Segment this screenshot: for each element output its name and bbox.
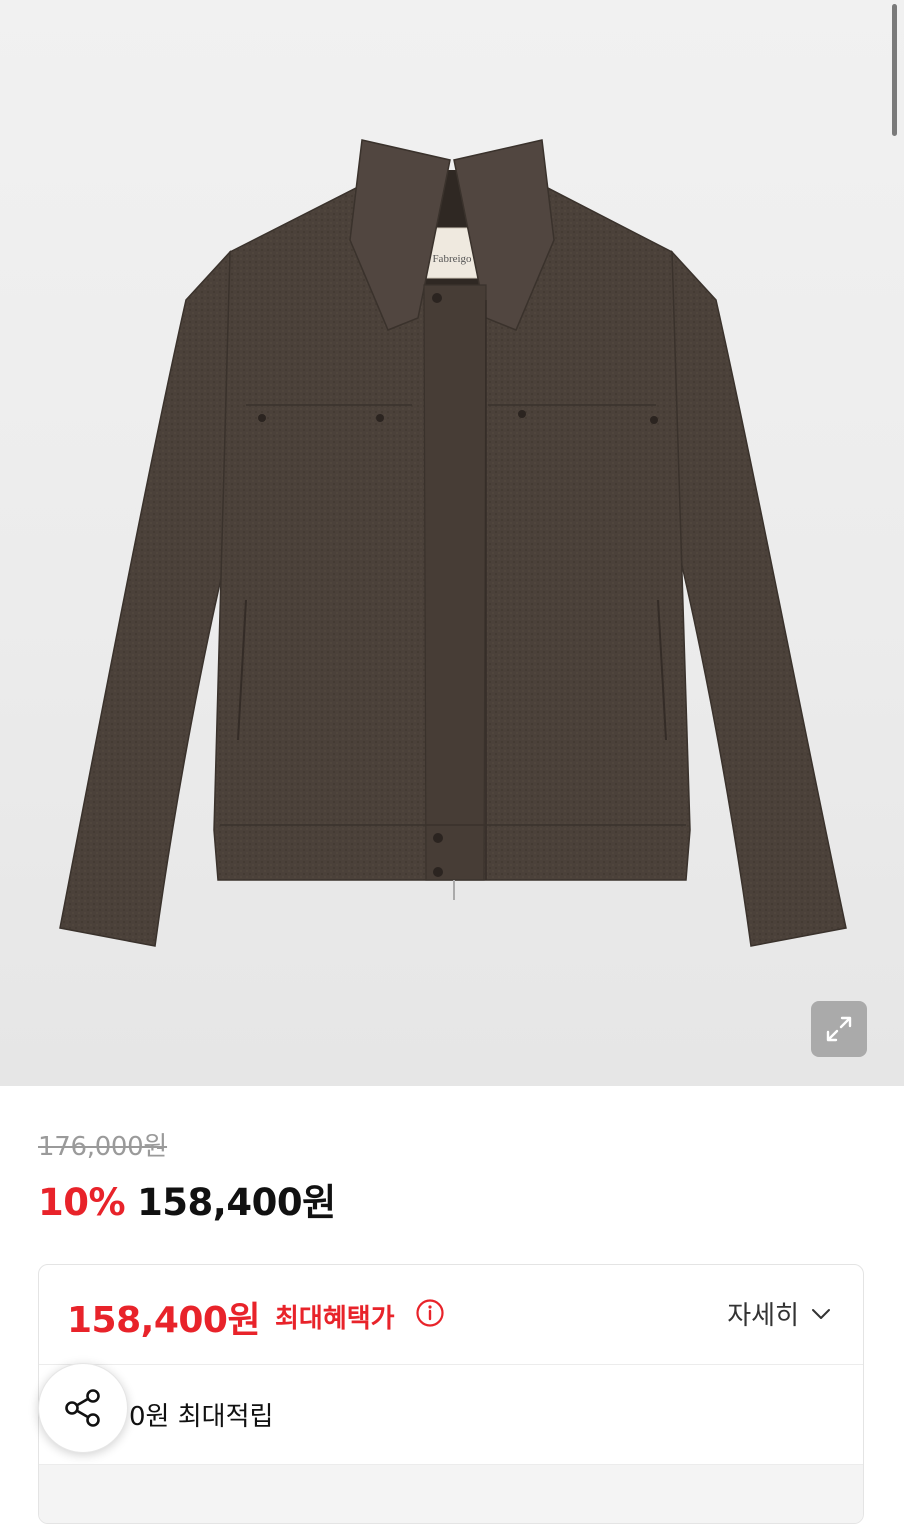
original-price: 176,000원 (38, 1132, 168, 1162)
detail-toggle-button[interactable]: 자세히 (727, 1295, 833, 1332)
chevron-down-icon (812, 1308, 830, 1319)
expand-button[interactable] (811, 1001, 867, 1057)
discount-rate: 10% (38, 1181, 126, 1224)
benefit-footer (39, 1465, 863, 1523)
max-benefit-label: 최대혜택가 (275, 1304, 395, 1334)
max-points-text: 0원 최대적립 (129, 1402, 274, 1432)
info-icon[interactable] (415, 1298, 445, 1328)
product-image[interactable]: Fabreigo (0, 0, 904, 1086)
scrollbar[interactable] (892, 4, 897, 136)
expand-icon (826, 1016, 852, 1042)
detail-toggle-label: 자세히 (727, 1301, 799, 1331)
price-row: 10% 158,400원 (38, 1172, 336, 1226)
share-button[interactable] (38, 1363, 128, 1453)
sale-price: 158,400원 (137, 1181, 336, 1224)
share-icon (65, 1389, 100, 1427)
max-benefit-price: 158,400원 (67, 1300, 261, 1341)
benefit-card: 158,400원 최대혜택가 자세히 0원 최대적립 (38, 1264, 864, 1524)
jacket-image: Fabreigo (59, 139, 847, 947)
max-benefit-row[interactable]: 158,400원 최대혜택가 자세히 (39, 1265, 863, 1365)
points-row: 0원 최대적립 (39, 1364, 863, 1465)
garment-label: Fabreigo (432, 253, 472, 265)
